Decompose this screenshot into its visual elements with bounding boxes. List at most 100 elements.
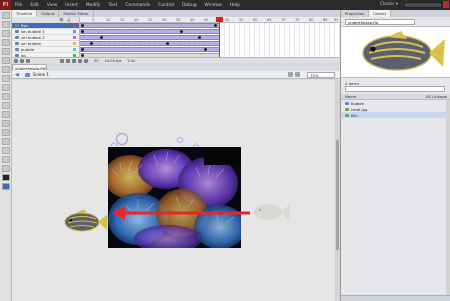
ruler-label: 20 bbox=[134, 18, 139, 22]
tab-output[interactable]: Output bbox=[37, 10, 60, 17]
pencil-tool-icon[interactable] bbox=[1, 93, 10, 100]
deco-tool-icon[interactable] bbox=[1, 111, 10, 118]
play-icon[interactable] bbox=[72, 58, 76, 63]
menu-file[interactable]: File bbox=[11, 3, 26, 8]
library-item-name: fish bbox=[351, 112, 358, 118]
fish-icon bbox=[64, 209, 108, 232]
line-tool-icon[interactable] bbox=[1, 75, 10, 82]
next-frame-icon[interactable] bbox=[78, 58, 82, 63]
pasteboard[interactable] bbox=[12, 80, 340, 301]
menu-insert[interactable]: Insert bbox=[61, 3, 82, 8]
column-linkage[interactable]: AS Linkage bbox=[426, 94, 447, 99]
menu-edit[interactable]: Edit bbox=[26, 3, 43, 8]
eye-icon[interactable]: 👁 bbox=[59, 17, 64, 22]
list-item[interactable]: fish bbox=[341, 112, 450, 118]
menu-commands[interactable]: Commands bbox=[121, 3, 154, 8]
last-frame-icon[interactable] bbox=[84, 58, 88, 63]
help-search-input[interactable] bbox=[404, 2, 442, 8]
fill-color-icon[interactable] bbox=[1, 183, 10, 190]
motion-overlay bbox=[64, 204, 290, 232]
library-document-select[interactable]: underthesea.fla bbox=[345, 19, 415, 25]
ghost-fish-icon bbox=[254, 204, 290, 220]
layer-name: fish bbox=[21, 23, 28, 28]
keyframe[interactable] bbox=[81, 24, 84, 27]
fps-readout[interactable]: 24.00 fps bbox=[105, 59, 122, 63]
keyframe[interactable] bbox=[81, 30, 84, 33]
hand-tool-icon[interactable] bbox=[1, 156, 10, 163]
motion-arrow-head bbox=[112, 206, 125, 220]
free-transform-tool-icon[interactable] bbox=[1, 30, 10, 37]
motion-tween-span[interactable] bbox=[80, 29, 220, 34]
graphic-symbol-icon bbox=[345, 113, 349, 117]
keyframe[interactable] bbox=[166, 42, 169, 45]
lasso-tool-icon[interactable] bbox=[1, 48, 10, 55]
keyframe[interactable] bbox=[90, 42, 93, 45]
subselection-tool-icon[interactable] bbox=[1, 21, 10, 28]
menu-text[interactable]: Text bbox=[104, 3, 121, 8]
menu-modify[interactable]: Modify bbox=[82, 3, 105, 8]
zoom-select[interactable]: 75% bbox=[307, 72, 335, 78]
layer-name: sm bubble 2 bbox=[21, 35, 45, 40]
ruler-label: 15 bbox=[120, 18, 125, 22]
pen-tool-icon[interactable] bbox=[1, 57, 10, 64]
keyframe[interactable] bbox=[81, 48, 84, 51]
eraser-tool-icon[interactable] bbox=[1, 147, 10, 154]
tab-timeline[interactable]: Timeline bbox=[12, 10, 38, 17]
back-arrow-icon[interactable]: ◀ bbox=[15, 72, 19, 78]
selection-tool-icon[interactable] bbox=[1, 12, 10, 19]
motion-tween-span[interactable] bbox=[80, 41, 220, 46]
menu-view[interactable]: View bbox=[43, 3, 61, 8]
zoom-tool-icon[interactable] bbox=[1, 165, 10, 172]
previous-frame-icon[interactable] bbox=[66, 58, 70, 63]
edit-symbols-icon[interactable] bbox=[295, 72, 300, 77]
motion-tween-span[interactable] bbox=[80, 23, 220, 28]
tab-library[interactable]: Library bbox=[369, 10, 392, 17]
timeline-panel: 👁 🔒 fish sm bubble 3 sm bubble 2 sm bubb… bbox=[12, 17, 340, 63]
keyframe[interactable] bbox=[214, 24, 217, 27]
delete-layer-icon[interactable] bbox=[26, 58, 30, 63]
edit-scene-icon[interactable] bbox=[288, 72, 293, 77]
paint-bucket-tool-icon[interactable] bbox=[1, 129, 10, 136]
motion-tween-span[interactable] bbox=[80, 47, 220, 52]
bone-tool-icon[interactable] bbox=[1, 120, 10, 127]
menu-debug[interactable]: Debug bbox=[178, 3, 200, 8]
movie-clip-icon bbox=[345, 101, 349, 105]
keyframe[interactable] bbox=[198, 36, 201, 39]
layer-icon bbox=[15, 36, 19, 39]
workspace-switcher[interactable]: Classic ▾ bbox=[380, 1, 398, 6]
layer-name: sm bubble bbox=[21, 41, 41, 46]
library-scrollbar[interactable] bbox=[446, 100, 450, 301]
timeline-tab-bar: Timeline Output Motion Editor bbox=[12, 10, 340, 17]
close-window-button[interactable] bbox=[443, 1, 449, 8]
text-tool-icon[interactable] bbox=[1, 66, 10, 73]
menu-control[interactable]: Control bbox=[154, 3, 178, 8]
document-tab[interactable]: underthesea.fla* bbox=[12, 64, 47, 71]
eyedropper-tool-icon[interactable] bbox=[1, 138, 10, 145]
tab-motion-editor[interactable]: Motion Editor bbox=[59, 10, 94, 17]
library-panel: Properties Library underthesea.fla 4 ite… bbox=[340, 10, 450, 301]
column-name[interactable]: Name bbox=[345, 94, 356, 99]
3d-rotation-tool-icon[interactable] bbox=[1, 39, 10, 46]
scroll-thumb[interactable] bbox=[336, 140, 339, 250]
rectangle-tool-icon[interactable] bbox=[1, 84, 10, 91]
keyframe[interactable] bbox=[100, 36, 103, 39]
new-folder-icon[interactable] bbox=[20, 58, 24, 63]
layer-icon bbox=[15, 48, 19, 51]
layer-icon bbox=[15, 42, 19, 45]
first-frame-icon[interactable] bbox=[60, 58, 64, 63]
lock-icon[interactable]: 🔒 bbox=[67, 17, 72, 22]
library-preview bbox=[341, 26, 450, 78]
layer-name: sm bubble 3 bbox=[21, 29, 45, 34]
stroke-color-icon[interactable] bbox=[1, 174, 10, 181]
library-search-input[interactable] bbox=[345, 86, 445, 92]
brush-tool-icon[interactable] bbox=[1, 102, 10, 109]
keyframe[interactable] bbox=[204, 48, 207, 51]
menu-window[interactable]: Window bbox=[201, 3, 226, 8]
ruler-label: 65 bbox=[267, 18, 272, 22]
tab-properties[interactable]: Properties bbox=[341, 10, 370, 17]
scene-label[interactable]: Scene 1 bbox=[33, 72, 49, 77]
menu-help[interactable]: Help bbox=[226, 3, 244, 8]
tools-panel bbox=[0, 10, 12, 301]
keyframe[interactable] bbox=[180, 30, 183, 33]
new-layer-icon[interactable] bbox=[14, 58, 18, 63]
